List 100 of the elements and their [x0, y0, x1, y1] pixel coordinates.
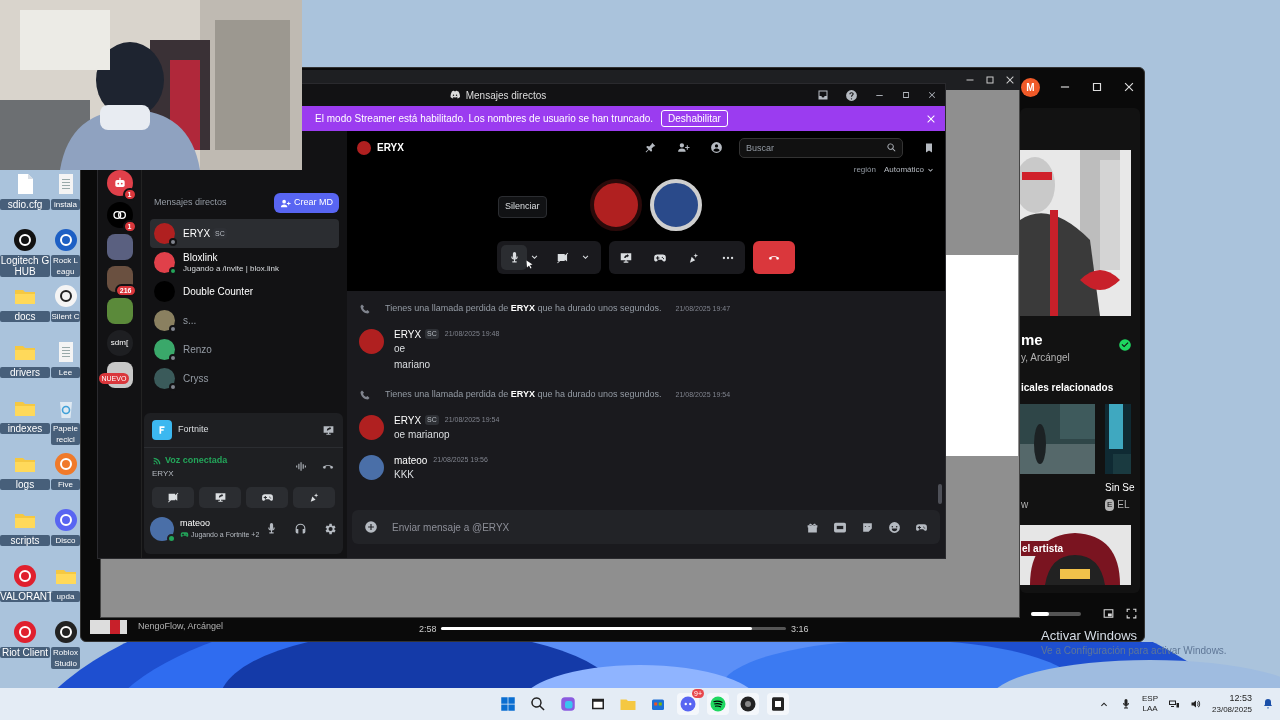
soundboard-button[interactable]: [293, 486, 335, 508]
keyboard-layout: LAA: [1142, 704, 1158, 714]
video-title[interactable]: Sin Se: [1105, 480, 1135, 495]
language-indicator[interactable]: ESP LAA: [1142, 694, 1158, 714]
window-title: Mensajes directos: [465, 88, 547, 103]
gamepad-icon: [180, 529, 189, 539]
app-icon[interactable]: [13, 228, 37, 252]
add-icon[interactable]: [364, 520, 378, 534]
network-icon[interactable]: [1168, 698, 1180, 710]
server-icon[interactable]: sdm[: [106, 330, 133, 356]
app-icon[interactable]: [739, 695, 757, 713]
now-playing-artists: NengoFlow, Arcángel: [138, 621, 224, 631]
close-icon[interactable]: [1122, 80, 1136, 94]
help-icon[interactable]: [845, 88, 858, 102]
desktop-icon-label[interactable]: Lee: [51, 367, 80, 378]
pin-icon[interactable]: [644, 141, 657, 154]
app-icon[interactable]: [53, 228, 78, 252]
add-user-icon[interactable]: [677, 141, 690, 154]
author-name[interactable]: ERYX: [394, 326, 422, 342]
profile-icon[interactable]: [710, 141, 723, 154]
maximize-icon[interactable]: [901, 90, 911, 100]
sound-wave-icon[interactable]: [294, 460, 307, 474]
disable-button[interactable]: Deshabilitar: [661, 110, 728, 127]
desktop-icon-label[interactable]: Logitech G HUB: [0, 255, 50, 277]
author-name[interactable]: ERYX: [394, 412, 422, 428]
desktop-icon-label[interactable]: instala: [51, 199, 80, 210]
mute-button[interactable]: [501, 245, 527, 270]
scrollbar-thumb[interactable]: [938, 484, 942, 504]
desktop-icon-label[interactable]: Silent C: [51, 311, 80, 322]
overlapping-circles-icon: [111, 209, 128, 221]
desktop-icon-label[interactable]: Disco: [51, 535, 80, 546]
desktop-icon-label[interactable]: upda: [51, 591, 80, 602]
volume-slider[interactable]: [1031, 612, 1081, 616]
headphones-icon[interactable]: [294, 522, 308, 535]
server-icon[interactable]: [106, 266, 133, 292]
dm-item[interactable]: s...: [150, 306, 339, 335]
emoji-icon[interactable]: [888, 520, 901, 534]
hang-up-button[interactable]: [753, 241, 795, 274]
settings-icon[interactable]: [323, 521, 337, 536]
camera-off-button[interactable]: [152, 486, 194, 508]
desktop-icon-label[interactable]: docs: [0, 311, 50, 322]
sticker-icon[interactable]: [861, 520, 874, 534]
avatar[interactable]: [359, 415, 384, 440]
activity-button[interactable]: [246, 486, 288, 508]
close-icon[interactable]: [927, 90, 937, 100]
signal-icon: [152, 455, 162, 466]
desktop-icon-label[interactable]: Papele recicl: [51, 423, 80, 445]
dm-item[interactable]: Cryss: [150, 364, 339, 393]
desktop-icon-label[interactable]: logs: [0, 479, 50, 490]
desktop-icon-label[interactable]: Roblox Studio: [51, 647, 80, 669]
music-app-icon[interactable]: [709, 695, 727, 713]
desktop-icon-label[interactable]: Five: [51, 479, 80, 490]
author-name[interactable]: mateoo: [394, 452, 428, 468]
server-icon[interactable]: [106, 170, 133, 196]
microphone-icon[interactable]: [1120, 698, 1132, 710]
volume-icon[interactable]: [1190, 698, 1202, 710]
maximize-icon[interactable]: [1090, 80, 1104, 94]
search-icon[interactable]: [529, 695, 547, 713]
composer-bar[interactable]: Enviar mensaje a @ERYX: [352, 510, 940, 544]
start-icon[interactable]: [499, 695, 517, 713]
call-notice: Tienes una llamada perdida de ERYX que ha durado unos segundos.: [385, 302, 662, 316]
chat-app-icon[interactable]: [679, 695, 697, 713]
screen-share-icon[interactable]: [322, 423, 335, 437]
search-field[interactable]: Buscar: [739, 137, 903, 158]
app-icon[interactable]: [53, 284, 78, 308]
robot-icon: [112, 176, 127, 190]
avatar[interactable]: [150, 516, 174, 541]
picture-in-picture-icon[interactable]: [1102, 607, 1115, 620]
avatar[interactable]: [359, 455, 384, 480]
store-icon[interactable]: [769, 695, 787, 713]
close-icon[interactable]: [1004, 74, 1016, 86]
desktop-icon-label[interactable]: sdio.cfg: [0, 199, 50, 210]
create-dm-button[interactable]: Crear MD: [274, 193, 339, 213]
total-time: 3:16: [791, 623, 809, 636]
desktop-icon-label[interactable]: drivers: [0, 367, 50, 378]
fullscreen-icon[interactable]: [1125, 607, 1138, 620]
voice-channel: ERYX: [152, 467, 175, 480]
dm-item[interactable]: Renzo: [150, 335, 339, 364]
camera-off-icon: [166, 490, 180, 504]
inbox-icon[interactable]: [817, 89, 829, 101]
app-icon[interactable]: [53, 620, 78, 644]
screen-share-icon[interactable]: [619, 250, 633, 265]
screen-share-button[interactable]: [199, 486, 241, 508]
desktop-icon-label[interactable]: Rock Leagu: [51, 255, 80, 277]
avatar[interactable]: [359, 329, 384, 354]
desktop-icon-label[interactable]: indexes: [0, 423, 50, 434]
camera-off-icon[interactable]: [556, 250, 570, 265]
dm-item[interactable]: Double Counter: [150, 277, 339, 306]
server-icon[interactable]: [106, 202, 133, 228]
message-input[interactable]: Enviar mensaje a @ERYX: [392, 519, 792, 535]
region-dropdown[interactable]: Automático: [883, 164, 935, 176]
bookmark-icon[interactable]: [923, 141, 935, 154]
gif-icon[interactable]: [833, 520, 847, 534]
dm-item[interactable]: Bloxlink Jugando a /invite | blox.link: [150, 248, 339, 277]
desktop-icon-label[interactable]: Riot Client: [0, 647, 50, 658]
clock[interactable]: 12:53 23/08/2025: [1212, 693, 1253, 715]
desktop-icon-label[interactable]: scripts: [0, 535, 50, 546]
phone-icon: [359, 303, 371, 315]
maximize-icon[interactable]: [984, 74, 996, 86]
check-icon[interactable]: [1118, 338, 1132, 352]
